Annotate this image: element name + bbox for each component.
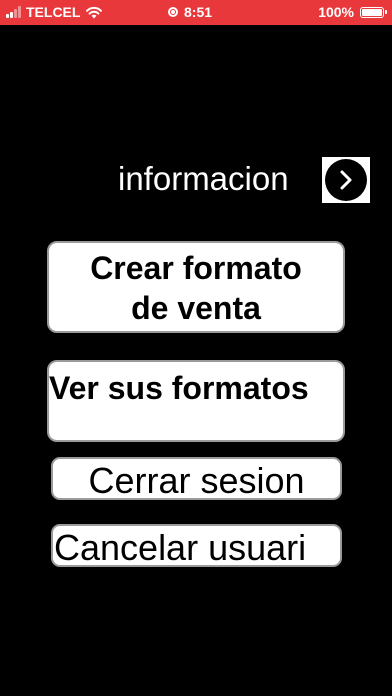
status-left: TELCEL — [6, 4, 103, 20]
cancelar-usuario-button[interactable]: Cancelar usuari — [51, 524, 342, 567]
informacion-label: informacion — [118, 160, 289, 197]
carrier-name: TELCEL — [26, 4, 81, 20]
chevron-circle — [325, 159, 367, 201]
orientation-lock-icon — [168, 7, 178, 17]
ver-formatos-button[interactable]: Ver sus formatos — [47, 360, 345, 442]
battery-level-fill — [362, 8, 382, 16]
status-time: 8:51 — [184, 4, 213, 20]
crear-formato-label-line1: Crear formato — [90, 250, 302, 286]
status-bar: TELCEL 8:51 100% — [0, 0, 392, 25]
cerrar-sesion-button[interactable]: Cerrar sesion — [51, 457, 342, 500]
cerrar-sesion-label: Cerrar sesion — [88, 460, 305, 500]
status-right: 100% — [318, 4, 387, 20]
app-screen: TELCEL 8:51 100% informacion Crear forma… — [0, 0, 392, 696]
ver-formatos-label: Ver sus formatos — [49, 370, 309, 406]
chevron-right-icon — [340, 170, 352, 190]
crear-formato-label-line2: de venta — [131, 290, 261, 326]
battery-icon — [360, 6, 387, 18]
status-center: 8:51 — [168, 4, 212, 20]
crear-formato-button[interactable]: Crear formato de venta — [47, 241, 345, 333]
cancelar-usuario-label: Cancelar usuari — [54, 527, 307, 567]
cellular-signal-icon — [6, 6, 21, 18]
informacion-button[interactable] — [322, 157, 370, 203]
battery-percentage: 100% — [318, 4, 354, 20]
wifi-icon — [86, 6, 103, 18]
